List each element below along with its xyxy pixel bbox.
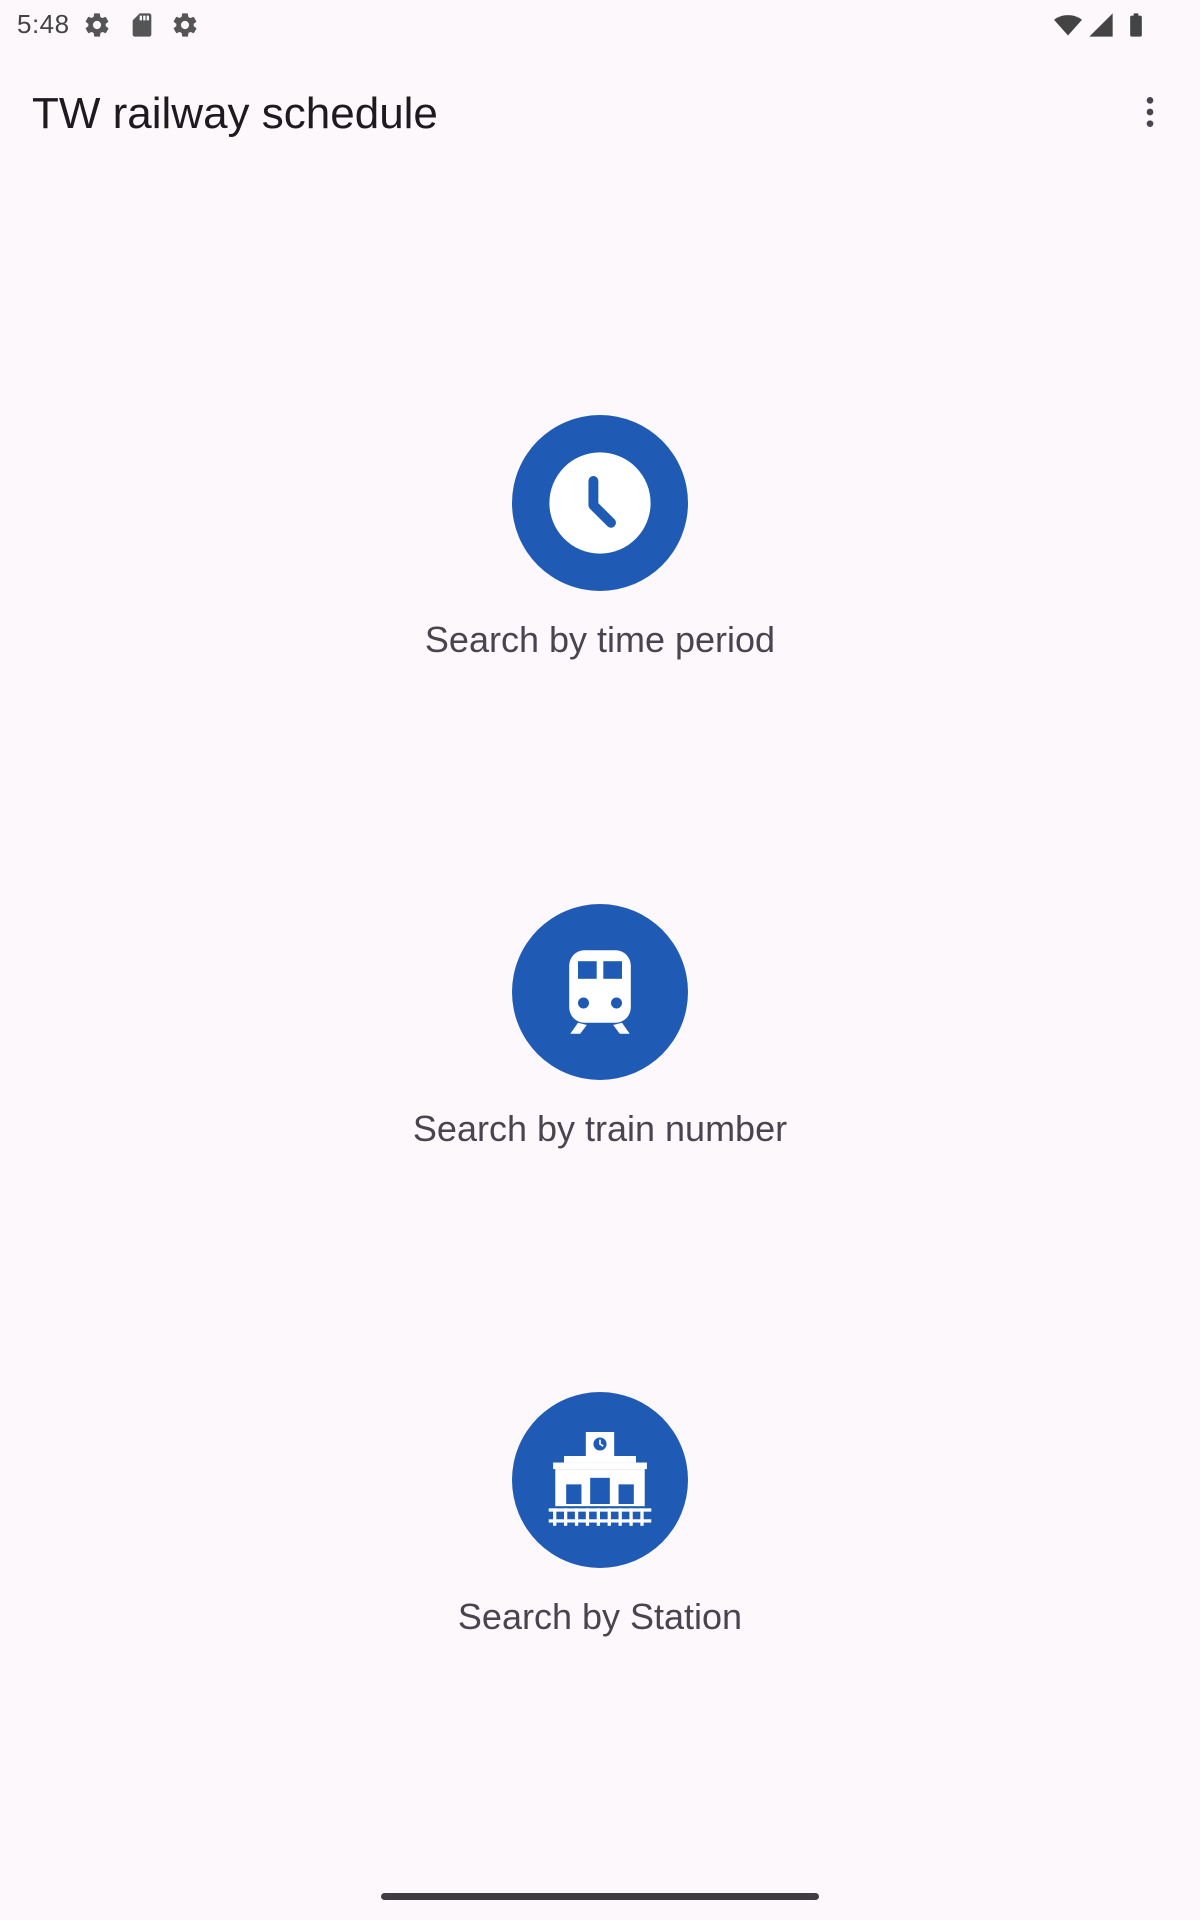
train-number-icon-circle[interactable] (512, 904, 688, 1080)
wifi-icon (1054, 15, 1082, 36)
battery-icon (1130, 13, 1142, 37)
status-time: 5:48 (17, 9, 70, 39)
settings-gear-icon (173, 13, 197, 37)
search-by-time-period-option[interactable]: Search by time period (0, 415, 1200, 661)
search-by-station-option[interactable]: Search by Station (0, 1392, 1200, 1638)
app-title: TW railway schedule (32, 89, 438, 138)
cellular-signal-icon (1089, 13, 1113, 37)
train-icon (569, 950, 631, 1034)
search-by-train-number-option[interactable]: Search by train number (0, 904, 1200, 1150)
gesture-nav-handle[interactable] (381, 1893, 819, 1900)
app-bar: TW railway schedule (0, 64, 1200, 164)
sd-card-icon (132, 13, 152, 37)
clock-icon (549, 452, 651, 554)
station-icon (548, 1432, 652, 1526)
station-label[interactable]: Search by Station (0, 1596, 1200, 1638)
more-options-button[interactable] (1120, 82, 1180, 142)
settings-gear-icon (85, 13, 109, 37)
status-bar: 5:48 (0, 0, 1200, 50)
train-number-label[interactable]: Search by train number (0, 1108, 1200, 1150)
more-vert-icon (1146, 97, 1154, 127)
time-period-icon-circle[interactable] (512, 415, 688, 591)
station-icon-circle[interactable] (512, 1392, 688, 1568)
time-period-label[interactable]: Search by time period (0, 619, 1200, 661)
